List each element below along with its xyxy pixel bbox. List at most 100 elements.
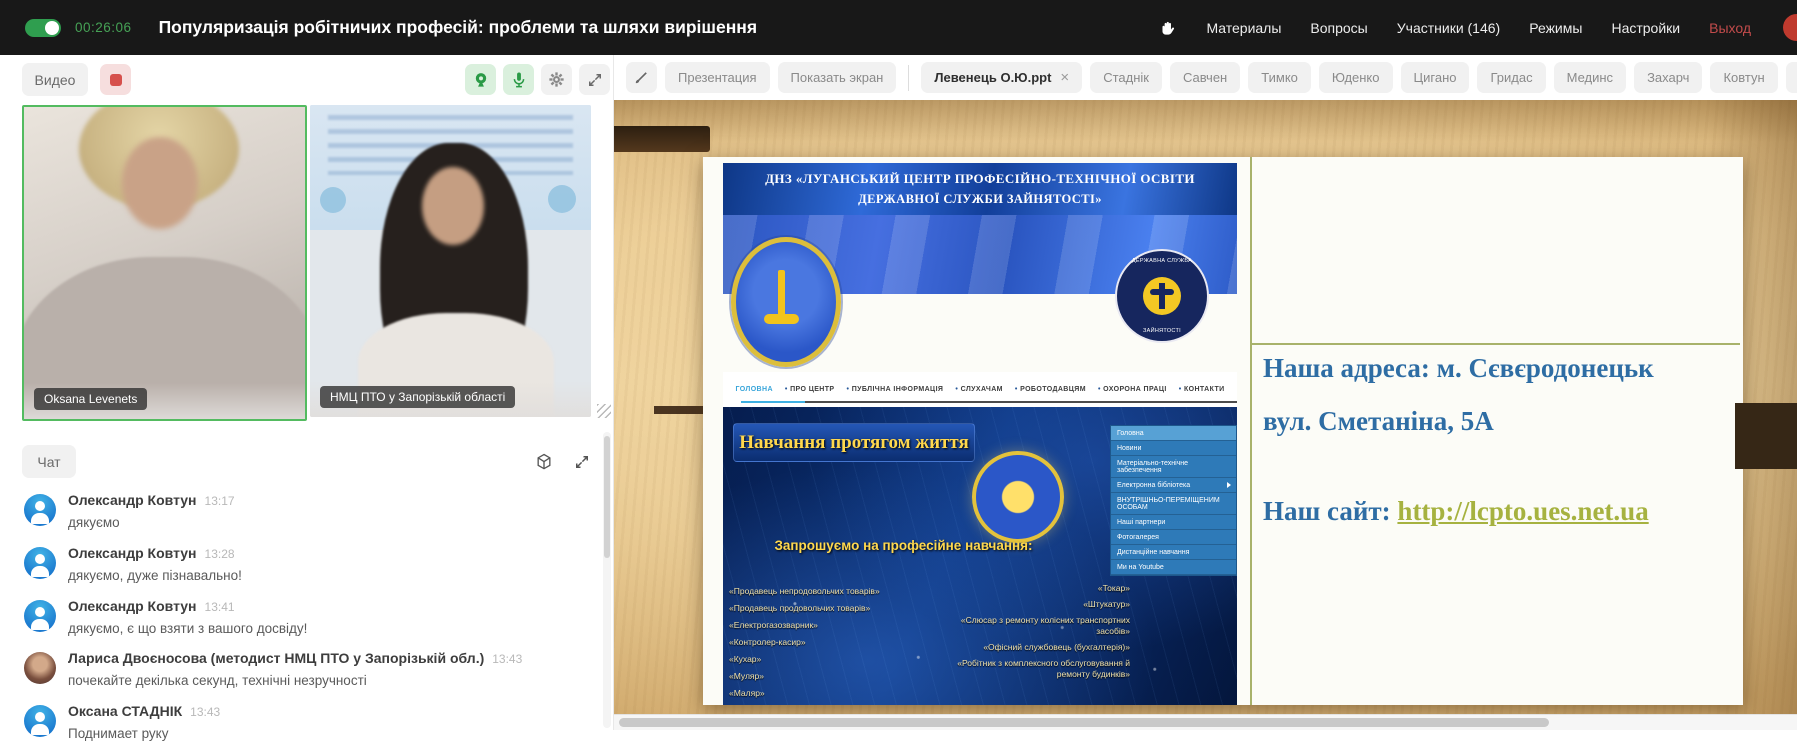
- participant-tab-grydas[interactable]: Гридас: [1477, 62, 1546, 93]
- photo-background-object: [654, 406, 706, 414]
- chat-message: Олександр Ковтун 13:28 дякуємо, дуже пізн…: [24, 545, 599, 583]
- settings-button[interactable]: [541, 64, 572, 95]
- sidebar-item: Ми на Youtube: [1111, 560, 1236, 575]
- screen-share-button[interactable]: Показать экран: [777, 62, 897, 93]
- expand-icon: [575, 455, 588, 468]
- chat-scrollbar-thumb[interactable]: [604, 436, 610, 558]
- menu-materials[interactable]: Материалы: [1206, 20, 1281, 36]
- profession-item: «Слюсар з ремонту колісних транспортних …: [960, 615, 1130, 636]
- participant-tab-savchen[interactable]: Савчен: [1169, 62, 1241, 93]
- session-timer: 00:26:06: [75, 20, 132, 35]
- mic-icon: [513, 72, 524, 87]
- site-header-line1: ДНЗ «ЛУГАНСЬКИЙ ЦЕНТР ПРОФЕСІЙНО-ТЕХНІЧН…: [765, 171, 1195, 186]
- avatar: [24, 494, 56, 526]
- message-time: 13:28: [204, 547, 235, 561]
- flag-banner: ДЕРЖАВНА СЛУЖБА ЗАЙНЯТОСТІ: [723, 215, 1237, 372]
- draw-tool-button[interactable]: [626, 62, 657, 93]
- menu-settings[interactable]: Настройки: [1611, 20, 1680, 36]
- participant-tab-stadnik[interactable]: Стаднік: [1090, 62, 1162, 93]
- participant-tab-tsygano[interactable]: Цигано: [1400, 62, 1470, 93]
- webcam-icon: [475, 72, 486, 87]
- sidebar-item: Матеріально-технічне забезпечення: [1111, 456, 1236, 478]
- horizontal-scrollbar[interactable]: [614, 714, 1797, 730]
- message-time: 13:43: [492, 652, 523, 666]
- mic-button[interactable]: [503, 64, 534, 95]
- message-time: 13:41: [204, 600, 235, 614]
- sidebar-item: Наші партнери: [1111, 515, 1236, 530]
- participant-tab-zakharch[interactable]: Захарч: [1634, 62, 1703, 93]
- message-text: Поднимает руку: [68, 726, 169, 741]
- broadcast-toggle[interactable]: [25, 18, 61, 37]
- video-panel-button[interactable]: Видео: [22, 63, 88, 96]
- cube-icon: [537, 453, 550, 469]
- avatar-photo: [24, 652, 56, 684]
- panel-resize-grip[interactable]: [597, 404, 611, 418]
- site-link-label: Наш сайт:: [1263, 496, 1398, 526]
- site-nav: ГОЛОВНА ПРО ЦЕНТР ПУБЛІЧНА ІНФОРМАЦІЯ СЛ…: [723, 372, 1237, 407]
- profession-item: «Токар»: [1097, 583, 1130, 593]
- close-icon[interactable]: ×: [1060, 69, 1069, 86]
- toggle-knob: [45, 20, 59, 35]
- slide-divider-line: [1250, 157, 1252, 705]
- horizontal-scrollbar-thumb[interactable]: [619, 718, 1549, 727]
- sidebar-item: Головна: [1111, 426, 1236, 441]
- record-icon: [109, 73, 122, 86]
- message-author: Олександр Ковтун: [68, 492, 197, 508]
- presentation-toolbar: Презентация Показать экран Левенець О.Ю.…: [614, 55, 1797, 100]
- photo-background-object: [614, 126, 710, 152]
- participant-tab-slabche[interactable]: Слабче: [1785, 62, 1797, 93]
- exit-button[interactable]: Выход: [1709, 20, 1751, 36]
- message-time: 13:43: [190, 705, 221, 719]
- message-author: Оксана СТАДНІК: [68, 703, 183, 719]
- active-file-tab[interactable]: Левенець О.Ю.ppt ×: [921, 62, 1083, 93]
- chat-message: Лариса Двоєносова (методист НМЦ ПТО у За…: [24, 650, 599, 688]
- address-line-2: вул. Сметаніна, 5А: [1263, 406, 1494, 436]
- participant-tab-yudenko[interactable]: Юденко: [1318, 62, 1393, 93]
- professions-right: «Токар» «Штукатур» «Слюсар з ремонту кол…: [940, 583, 1130, 685]
- video-tile-oksana[interactable]: Oksana Levenets: [22, 105, 307, 421]
- sidebar-item: Новини: [1111, 441, 1236, 456]
- video-name-badge: НМЦ ПТО у Запорізькій області: [320, 386, 516, 408]
- menu-questions[interactable]: Вопросы: [1310, 20, 1367, 36]
- nav-item: СЛУХАЧАМ: [955, 386, 1003, 393]
- video-tile-nmc[interactable]: НМЦ ПТО у Запорізькій області: [310, 105, 591, 417]
- website-screenshot: ДНЗ «ЛУГАНСЬКИЙ ЦЕНТР ПРОФЕСІЙНО-ТЕХНІЧН…: [723, 163, 1237, 705]
- chat-expand-button[interactable]: [566, 446, 597, 477]
- avatar: [24, 600, 56, 632]
- profession-item: «Робітник з комплексного обслуговування …: [957, 658, 1130, 679]
- profession-item: «Кухар»: [729, 654, 762, 664]
- message-author: Олександр Ковтун: [68, 545, 197, 561]
- banner-title: Навчання протягом життя: [733, 423, 975, 462]
- presentation-button[interactable]: Презентация: [665, 62, 770, 93]
- profession-item: «Продавець продовольчих товарів»: [729, 603, 871, 613]
- address-line-1: Наша адреса: м. Сєвєродонецьк: [1263, 353, 1654, 383]
- nav-item: РОБОТОДАВЦЯМ: [1015, 386, 1086, 393]
- webcam-button[interactable]: [465, 64, 496, 95]
- participant-tab-kovtun[interactable]: Ковтун: [1710, 62, 1778, 93]
- chat-3d-button[interactable]: [528, 446, 559, 477]
- menu-modes[interactable]: Режимы: [1529, 20, 1582, 36]
- raise-hand-icon[interactable]: [1160, 19, 1177, 36]
- chat-button[interactable]: Чат: [22, 445, 76, 478]
- employment-service-emblem: ДЕРЖАВНА СЛУЖБА ЗАЙНЯТОСТІ: [1115, 249, 1209, 343]
- chat-message: Оксана СТАДНІК 13:43 Поднимает руку: [24, 703, 599, 741]
- participant-tab-medyns[interactable]: Мединс: [1553, 62, 1627, 93]
- chat-scrollbar[interactable]: [603, 432, 611, 728]
- chat-message: Олександр Ковтун 13:41 дякуємо, є що взят…: [24, 598, 599, 636]
- site-content: Навчання протягом життя Запрошуємо на пр…: [723, 407, 1237, 705]
- avatar: [24, 547, 56, 579]
- participant-tab-tymko[interactable]: Тимко: [1248, 62, 1311, 93]
- nav-item: ГОЛОВНА: [735, 386, 773, 393]
- toolbar-divider: [908, 64, 910, 91]
- sidebar-item: Дистанційне навчання: [1111, 545, 1236, 560]
- sidebar-item: Фотогалерея: [1111, 530, 1236, 545]
- message-time: 13:17: [204, 494, 235, 508]
- record-button[interactable]: [100, 64, 131, 95]
- site-sidebar-menu: Головна Новини Матеріально-технічне забе…: [1110, 425, 1237, 576]
- chat-message: Олександр Ковтун 13:17 дякуємо: [24, 492, 599, 530]
- video-expand-button[interactable]: [579, 64, 610, 95]
- menu-participants[interactable]: Участники (146): [1397, 20, 1500, 36]
- message-text: дякуємо, дуже пізнавально!: [68, 568, 242, 583]
- webinar-app: { "topbar": { "timer": "00:26:06", "titl…: [0, 0, 1797, 741]
- sidebar-item: Електронна бібліотека: [1111, 478, 1236, 493]
